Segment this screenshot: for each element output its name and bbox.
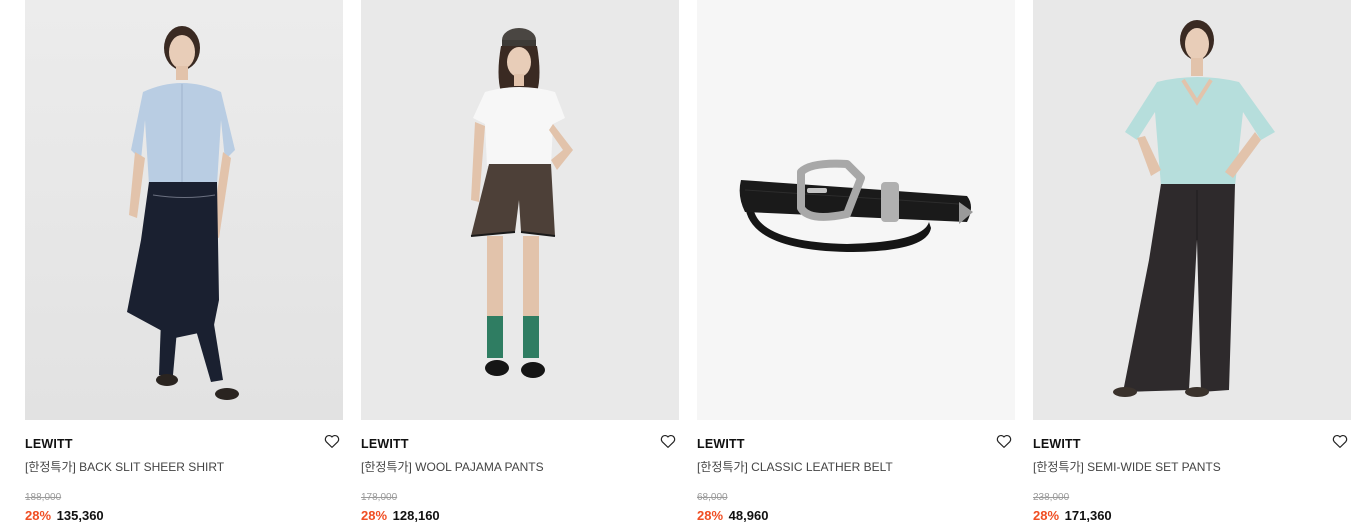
discount-rate: 28% [1033,508,1060,523]
brand-name[interactable]: LEWITT [697,437,745,451]
product-card[interactable]: LEWITT [한정특가] CLASSIC LEATHER BELT 68,00… [697,0,1015,530]
brand-row: LEWITT [25,432,343,451]
brand-name[interactable]: LEWITT [25,437,73,451]
product-photo-wide-pants [1033,0,1351,420]
sale-price: 48,960 [728,508,769,523]
price-row: 28% 135,360 [25,508,343,523]
product-photo-pajama-pants [361,0,679,420]
original-price: 238,000 [1033,492,1070,503]
product-photo-shirt [25,0,343,420]
product-name[interactable]: [한정특가] BACK SLIT SHEER SHIRT [25,458,343,475]
price-row: 28% 128,160 [361,508,679,523]
product-image[interactable] [25,0,343,420]
sale-price: 171,360 [1064,508,1112,523]
original-price: 68,000 [697,492,728,503]
heart-outline-icon[interactable] [323,432,341,450]
discount-rate: 28% [697,508,724,523]
product-card[interactable]: LEWITT [한정특가] SEMI-WIDE SET PANTS 238,00… [1033,0,1351,530]
sale-price: 135,360 [56,508,104,523]
original-price: 188,000 [25,492,62,503]
product-card[interactable]: LEWITT [한정특가] BACK SLIT SHEER SHIRT 188,… [25,0,343,530]
discount-rate: 28% [25,508,52,523]
product-image[interactable] [1033,0,1351,420]
original-price: 178,000 [361,492,398,503]
brand-row: LEWITT [697,432,1015,451]
heart-outline-icon[interactable] [995,432,1013,450]
product-name[interactable]: [한정특가] WOOL PAJAMA PANTS [361,458,679,475]
price-row: 28% 48,960 [697,508,1015,523]
product-image[interactable] [697,0,1015,420]
product-image[interactable] [361,0,679,420]
sale-price: 128,160 [392,508,440,523]
brand-row: LEWITT [1033,432,1351,451]
price-row: 28% 171,360 [1033,508,1351,523]
heart-outline-icon[interactable] [659,432,677,450]
product-card[interactable]: LEWITT [한정특가] WOOL PAJAMA PANTS 178,000 … [361,0,679,530]
product-grid: LEWITT [한정특가] BACK SLIT SHEER SHIRT 188,… [0,0,1368,530]
product-photo-belt [697,0,1015,420]
discount-rate: 28% [361,508,388,523]
brand-name[interactable]: LEWITT [361,437,409,451]
product-name[interactable]: [한정특가] CLASSIC LEATHER BELT [697,458,1015,475]
brand-row: LEWITT [361,432,679,451]
brand-name[interactable]: LEWITT [1033,437,1081,451]
heart-outline-icon[interactable] [1331,432,1349,450]
product-name[interactable]: [한정특가] SEMI-WIDE SET PANTS [1033,458,1351,475]
